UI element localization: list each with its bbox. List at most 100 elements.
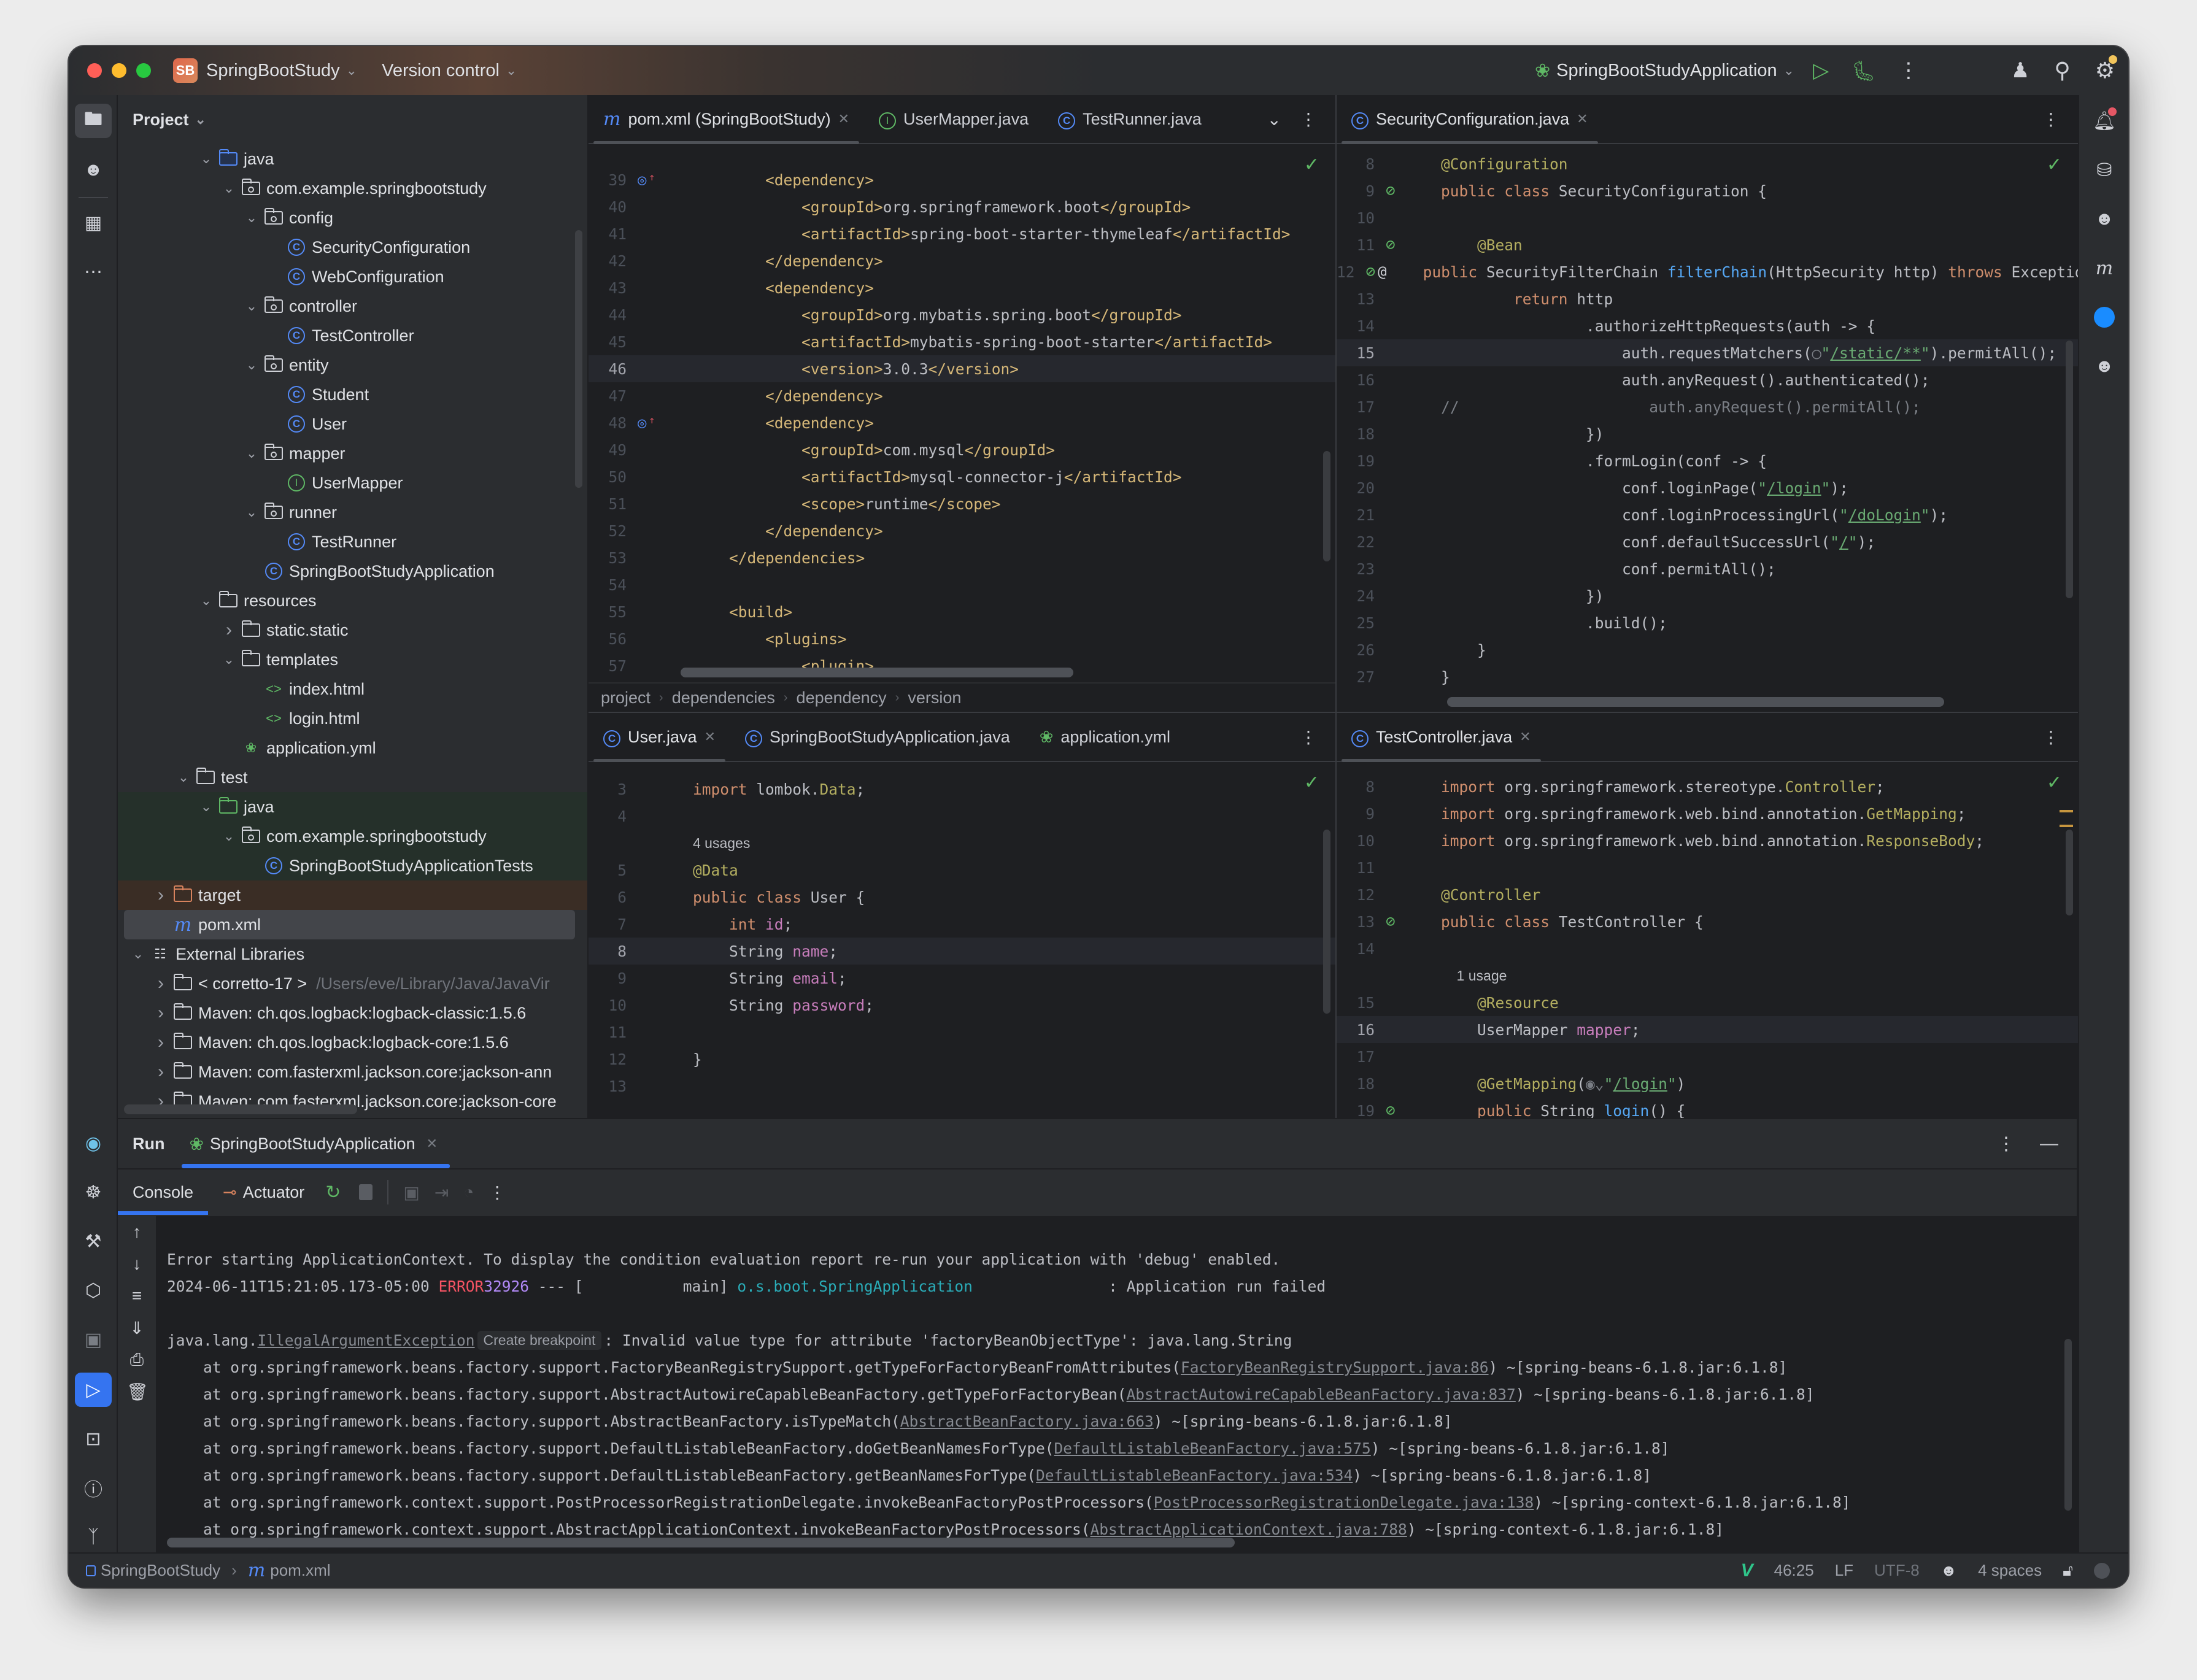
tree-item[interactable]: C WebConfiguration bbox=[118, 262, 587, 291]
spring-bean-icon[interactable]: ⊘ @ bbox=[1360, 263, 1387, 281]
tab-actuator[interactable]: ⊸ Actuator bbox=[208, 1169, 319, 1215]
line-separator[interactable]: LF bbox=[1835, 1561, 1853, 1580]
editor-vertical-scrollbar[interactable] bbox=[2066, 830, 2073, 915]
more-options-icon[interactable]: ⋮ bbox=[488, 1182, 506, 1203]
line-number[interactable]: 52 bbox=[589, 522, 631, 540]
debug-icon[interactable]: 🐛︎ bbox=[1851, 59, 1876, 82]
line-number[interactable]: 19 bbox=[1337, 1102, 1380, 1119]
editor-test-controller[interactable]: C TestController.java ✕ ⋮ 8 import org.sprin… bbox=[1335, 712, 2078, 1118]
scroll-to-end-icon[interactable]: ⇓ bbox=[126, 1318, 147, 1338]
more-options-icon[interactable]: ⋮ bbox=[1997, 1133, 2015, 1155]
run-config-tab[interactable]: ❀ SpringBootStudyApplication ✕ bbox=[182, 1119, 450, 1168]
stop-icon[interactable] bbox=[359, 1184, 373, 1200]
tree-item[interactable]: › static.static bbox=[118, 615, 587, 645]
console-output[interactable]: ↑ ↓ ≡ ⇓ ⎙ 🗑︎ Error starting ApplicationC… bbox=[118, 1216, 2077, 1552]
spring-bean-icon[interactable]: ⊘ bbox=[1380, 182, 1441, 200]
chevron-right-icon[interactable]: › bbox=[153, 973, 169, 994]
vuejs-plugin-icon[interactable]: V bbox=[1741, 1560, 1753, 1581]
chat-tool-button[interactable] bbox=[2086, 300, 2123, 334]
close-icon[interactable]: ✕ bbox=[427, 1136, 438, 1152]
chevron-down-icon[interactable]: ⌄ bbox=[244, 298, 260, 314]
console-horizontal-scrollbar[interactable] bbox=[167, 1538, 1235, 1547]
tree-item[interactable]: ⌄ templates bbox=[118, 645, 587, 674]
editor-tab[interactable]: C TestRunner.java bbox=[1043, 95, 1216, 143]
more-options-icon[interactable]: ⋮ bbox=[2042, 109, 2060, 129]
tree-item[interactable]: C SpringBootStudyApplication bbox=[118, 557, 587, 586]
project-panel-header[interactable]: Project ⌄ bbox=[118, 95, 587, 144]
line-number[interactable]: 25 bbox=[1337, 614, 1380, 632]
build-tool-button[interactable]: ⚒ bbox=[75, 1224, 112, 1258]
soft-wrap-icon[interactable]: ≡ bbox=[126, 1286, 147, 1306]
breadcrumb-item[interactable]: project bbox=[601, 688, 651, 707]
source-link[interactable]: DefaultListableBeanFactory.java:575 bbox=[1054, 1439, 1371, 1457]
line-number[interactable]: 17 bbox=[1337, 398, 1380, 416]
breadcrumb-item[interactable]: dependency bbox=[797, 688, 887, 707]
chevron-down-icon[interactable]: ⌄ bbox=[130, 946, 146, 962]
source-link[interactable]: AbstractAutowireCapableBeanFactory.java:… bbox=[1127, 1385, 1516, 1403]
code-area[interactable]: 8 import org.springframework.stereotype.C… bbox=[1337, 763, 2078, 1118]
editor-horizontal-scrollbar[interactable] bbox=[681, 668, 1073, 677]
editor-tab[interactable]: m pom.xml (SpringBootStudy) ✕ bbox=[589, 95, 864, 144]
editor-vertical-scrollbar[interactable] bbox=[1323, 451, 1330, 561]
tree-item[interactable]: C TestController bbox=[118, 321, 587, 350]
line-number[interactable]: 13 bbox=[1337, 290, 1380, 308]
chevron-down-icon[interactable]: ⌄ bbox=[198, 799, 214, 815]
search-icon[interactable]: ⚲ bbox=[2054, 58, 2070, 83]
tree-item[interactable]: › Maven: ch.qos.logback:logback-core:1.5.… bbox=[118, 1028, 587, 1057]
chevron-down-icon[interactable]: ⌄ bbox=[221, 828, 237, 844]
editor-vertical-scrollbar[interactable] bbox=[2066, 341, 2073, 598]
chevron-down-icon[interactable]: ⌄ bbox=[221, 652, 237, 668]
tab-list-dropdown-icon[interactable]: ⌄ bbox=[1267, 109, 1281, 129]
database-tool-button[interactable]: ⛁ bbox=[2086, 153, 2123, 187]
chevron-down-icon[interactable]: ⌄ bbox=[244, 504, 260, 520]
maximize-window-button[interactable] bbox=[136, 63, 151, 78]
source-link[interactable]: FactoryBeanRegistrySupport.java:86 bbox=[1181, 1358, 1489, 1376]
settings-gear-icon[interactable]: ⚙ bbox=[2095, 55, 2117, 83]
line-number[interactable]: 3 bbox=[589, 780, 631, 798]
editor-tab[interactable]: C SpringBootStudyApplication.java bbox=[730, 713, 1025, 761]
line-number[interactable]: 8 bbox=[1337, 155, 1380, 173]
line-number[interactable]: 53 bbox=[589, 549, 631, 567]
editor-tab[interactable]: ❀ application.yml bbox=[1025, 713, 1185, 761]
problems-tool-button[interactable]: ⓘ bbox=[75, 1471, 112, 1505]
run-icon[interactable]: ▷ bbox=[1813, 58, 1829, 83]
line-number[interactable]: 39 bbox=[589, 171, 631, 189]
line-number[interactable]: 4 bbox=[589, 807, 631, 825]
tree-item[interactable]: C User bbox=[118, 409, 587, 439]
more-options-icon[interactable]: ⋮ bbox=[1300, 727, 1317, 747]
status-breadcrumb-project[interactable]: SpringBootStudy bbox=[101, 1561, 220, 1580]
spring-bean-icon[interactable]: ⊘ bbox=[1380, 236, 1441, 254]
tree-item[interactable]: ⌄ entity bbox=[118, 350, 587, 380]
chevron-right-icon[interactable]: › bbox=[221, 620, 237, 641]
caret-position[interactable]: 46:25 bbox=[1774, 1561, 1814, 1580]
code-area[interactable]: 39 ◎ ↑ <dependency> 40 <groupId>org.springf… bbox=[589, 145, 1335, 682]
rerun-icon[interactable]: ↻ bbox=[325, 1182, 341, 1203]
maven-override-icon[interactable]: ◎ ↑ bbox=[631, 171, 693, 189]
line-number[interactable]: 9 bbox=[1337, 182, 1380, 200]
services-tool-button[interactable]: ⬡ bbox=[75, 1273, 112, 1308]
import-icon[interactable]: ⇥ bbox=[434, 1182, 449, 1203]
line-number[interactable]: 10 bbox=[1337, 832, 1380, 850]
structure-tool-button[interactable]: ▦ bbox=[75, 206, 112, 240]
copilot-tool-button[interactable]: ☻ bbox=[75, 153, 112, 187]
more-options-icon[interactable]: ⋮ bbox=[2042, 727, 2060, 747]
line-number[interactable]: 5 bbox=[589, 861, 631, 879]
line-number[interactable]: 50 bbox=[589, 468, 631, 486]
line-number[interactable]: 20 bbox=[1337, 479, 1380, 497]
line-number[interactable]: 6 bbox=[589, 888, 631, 906]
line-number[interactable]: 45 bbox=[589, 333, 631, 351]
tree-item[interactable]: <> login.html bbox=[118, 704, 587, 733]
breadcrumb-item[interactable]: dependencies bbox=[672, 688, 775, 707]
close-tab-icon[interactable]: ✕ bbox=[1519, 729, 1531, 745]
line-number[interactable]: 21 bbox=[1337, 506, 1380, 524]
gopher-plugin-button[interactable]: ◉ bbox=[75, 1126, 112, 1160]
debug-tool-button[interactable]: ☸ bbox=[75, 1175, 112, 1209]
tree-item[interactable]: ⌄ controller bbox=[118, 291, 587, 321]
line-number[interactable]: 11 bbox=[1337, 236, 1380, 254]
create-breakpoint-button[interactable]: Create breakpoint bbox=[477, 1330, 602, 1350]
chevron-right-icon[interactable]: › bbox=[153, 885, 169, 906]
line-number[interactable]: 42 bbox=[589, 252, 631, 270]
source-link[interactable]: PostProcessorRegistrationDelegate.java:1… bbox=[1154, 1493, 1534, 1511]
warning-marker[interactable] bbox=[2060, 810, 2073, 812]
line-number[interactable]: 14 bbox=[1337, 317, 1380, 335]
